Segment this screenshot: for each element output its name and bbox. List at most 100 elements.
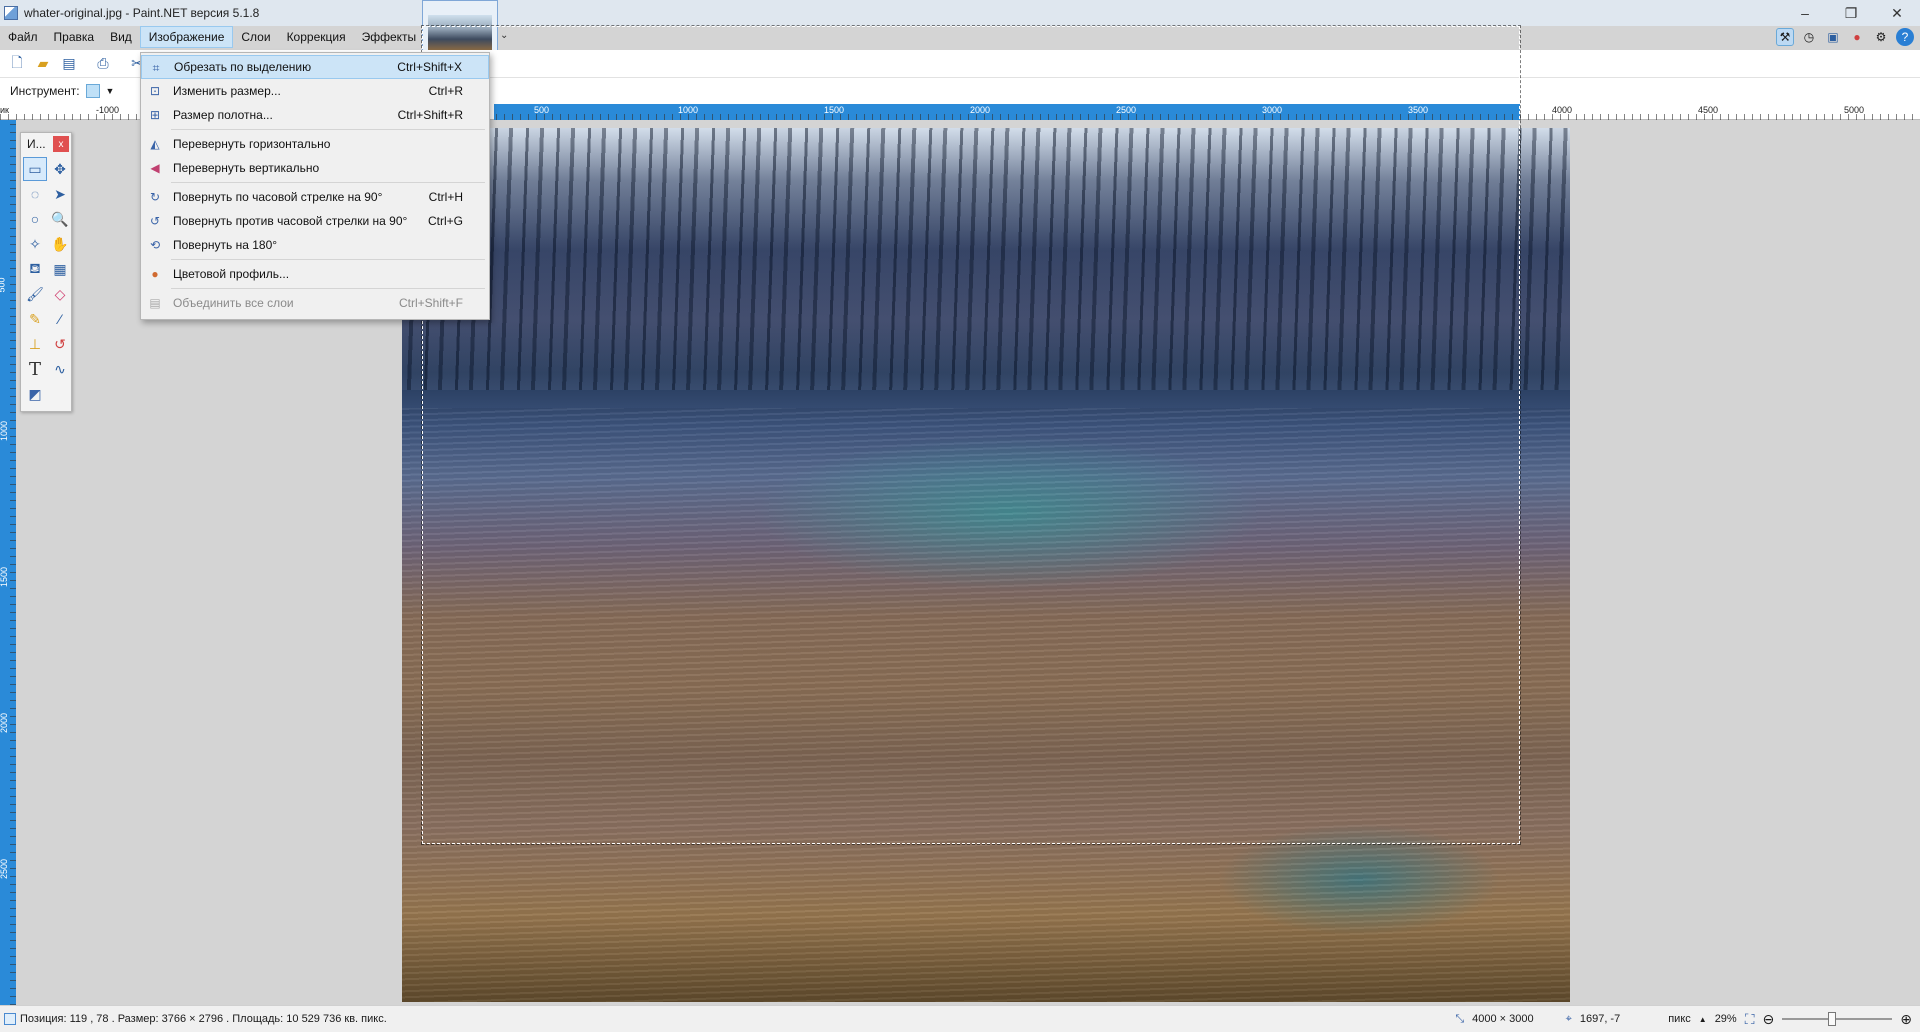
menu-item-flip-vertical[interactable]: ◀ Перевернуть вертикально	[141, 156, 489, 180]
menu-file[interactable]: Файл	[0, 26, 46, 48]
menu-separator	[171, 259, 485, 260]
clone-stamp-icon[interactable]: ⊥	[23, 332, 47, 356]
menu-bar: Файл Правка Вид Изображение Слои Коррекц…	[0, 26, 424, 48]
magic-wand-icon[interactable]: ✧	[23, 232, 47, 256]
zoom-in-icon[interactable]: ⊕	[1900, 1011, 1912, 1028]
tools-toggle-icon[interactable]: ⚒	[1776, 28, 1794, 46]
menu-item-shortcut: Ctrl+R	[428, 84, 463, 98]
selection-info-text: Позиция: 119 , 78 . Размер: 3766 × 2796 …	[20, 1013, 387, 1025]
settings-gear-icon[interactable]: ⚙	[1872, 28, 1890, 46]
menu-item-rotate-180[interactable]: ⟲ Повернуть на 180°	[141, 233, 489, 257]
new-file-icon[interactable]: 🗋	[6, 53, 28, 75]
menu-item-color-profile[interactable]: ● Цветовой профиль...	[141, 262, 489, 286]
paint-bucket-icon[interactable]: ⛾	[23, 257, 47, 281]
units-dropdown-icon[interactable]: ▲	[1699, 1015, 1707, 1024]
close-window-button[interactable]: ✕	[1874, 0, 1920, 26]
menu-view[interactable]: Вид	[102, 26, 140, 48]
zoom-out-icon[interactable]: ⊖	[1763, 1011, 1775, 1028]
menu-item-label: Изменить размер...	[173, 84, 281, 98]
eraser-icon[interactable]: ◇	[48, 282, 72, 306]
tool-label: Инструмент:	[10, 84, 80, 98]
menu-item-shortcut: Ctrl+Shift+F	[398, 296, 463, 310]
menu-image[interactable]: Изображение	[139, 26, 234, 48]
line-curve-icon[interactable]: ∿	[48, 357, 72, 381]
current-tool-icon[interactable]	[85, 84, 100, 98]
lasso-select-icon[interactable]: ◌	[23, 182, 47, 206]
tools-window-header[interactable]: И... x	[21, 133, 71, 155]
image-size-icon: ⤡	[1455, 1012, 1465, 1025]
crop-icon: ⌗	[152, 60, 160, 75]
menu-item-label: Повернуть по часовой стрелке на 90°	[173, 190, 383, 204]
menu-layers[interactable]: Слои	[233, 26, 278, 48]
rotate-180-icon: ⟲	[149, 238, 161, 252]
zoom-value[interactable]: 29%	[1715, 1013, 1737, 1025]
units-select[interactable]: пикс	[1668, 1013, 1691, 1025]
image-menu-dropdown: ⌗ Обрезать по выделению Ctrl+Shift+X ⊡ И…	[140, 52, 490, 320]
flip-vertical-icon: ◀	[150, 161, 160, 175]
selection-info-icon	[4, 1013, 16, 1025]
zoom-icon[interactable]: 🔍	[48, 207, 72, 231]
minimize-button[interactable]: –	[1782, 0, 1828, 26]
restore-button[interactable]: ❐	[1828, 0, 1874, 26]
help-icon[interactable]: ?	[1896, 28, 1914, 46]
flip-horizontal-icon: ◭	[150, 137, 160, 151]
ruler-unit-label: ик	[0, 105, 9, 115]
menu-item-resize[interactable]: ⊡ Изменить размер... Ctrl+R	[141, 79, 489, 103]
menu-item-flip-horizontal[interactable]: ◭ Перевернуть горизонтально	[141, 132, 489, 156]
save-file-icon[interactable]: ▤	[58, 53, 80, 75]
ruler-label: 4000	[1552, 105, 1573, 115]
gradient-icon[interactable]: ▦	[48, 257, 72, 281]
paintbrush-icon[interactable]: 🖌	[23, 282, 47, 306]
selection-marquee[interactable]	[421, 25, 1521, 845]
text-tool-icon[interactable]: T	[23, 357, 47, 381]
tools-close-button[interactable]: x	[53, 136, 69, 152]
menu-item-label: Обрезать по выделению	[174, 60, 312, 74]
menu-separator	[171, 288, 485, 289]
top-right-toolbar: ⚒ ◷ ▣ ● ⚙ ?	[1776, 26, 1920, 48]
resize-icon: ⊡	[149, 84, 161, 98]
menu-separator	[171, 129, 485, 130]
menu-adjustments[interactable]: Коррекция	[279, 26, 354, 48]
menu-item-canvas-size[interactable]: ⊞ Размер полотна... Ctrl+Shift+R	[141, 103, 489, 127]
canvas-size-icon: ⊞	[149, 108, 161, 122]
rotate-cw-icon: ↻	[149, 190, 161, 204]
cursor-position-text: 1697, -7	[1579, 1013, 1621, 1025]
print-icon[interactable]: ⎙	[92, 53, 114, 75]
menu-item-rotate-cw-90[interactable]: ↻ Повернуть по часовой стрелке на 90° Ct…	[141, 185, 489, 209]
menu-item-crop-to-selection[interactable]: ⌗ Обрезать по выделению Ctrl+Shift+X	[141, 55, 489, 79]
history-icon[interactable]: ◷	[1800, 28, 1818, 46]
ruler-label: 2000	[0, 712, 10, 734]
move-selected-icon[interactable]: ✥	[48, 157, 72, 181]
menu-item-label: Цветовой профиль...	[173, 267, 290, 281]
zoom-slider-thumb[interactable]	[1828, 1012, 1837, 1026]
rotate-ccw-icon: ↺	[149, 214, 161, 228]
layers-icon[interactable]: ▣	[1824, 28, 1842, 46]
color-profile-icon: ●	[151, 267, 159, 281]
ruler-label: 1500	[0, 566, 10, 588]
move-selection-icon[interactable]: ➤	[48, 182, 72, 206]
ellipse-select-icon[interactable]: ○	[23, 207, 47, 231]
pan-hand-icon[interactable]: ✋	[48, 232, 72, 256]
menu-separator	[171, 182, 485, 183]
vertical-ruler: 500 1000 1500 2000 2500	[0, 120, 16, 1005]
menu-item-rotate-ccw-90[interactable]: ↺ Повернуть против часовой стрелки на 90…	[141, 209, 489, 233]
tool-dropdown-icon[interactable]: ▼	[106, 86, 115, 96]
colors-icon[interactable]: ●	[1848, 28, 1866, 46]
color-picker-icon[interactable]: ⁄	[48, 307, 72, 331]
open-file-icon[interactable]: ▰	[32, 53, 54, 75]
menu-effects[interactable]: Эффекты	[354, 26, 425, 48]
pencil-icon[interactable]: ✎	[23, 307, 47, 331]
rectangle-select-icon[interactable]: ▭	[23, 157, 47, 181]
menu-edit[interactable]: Правка	[46, 26, 103, 48]
menu-item-flatten: ▤ Объединить все слои Ctrl+Shift+F	[141, 291, 489, 315]
image-size-text: 4000 × 3000	[1472, 1013, 1534, 1025]
flatten-icon: ▤	[149, 296, 161, 310]
menu-item-shortcut: Ctrl+Shift+R	[397, 108, 463, 122]
shapes-icon[interactable]: ◩	[23, 382, 47, 406]
title-bar: whater-original.jpg - Paint.NET версия 5…	[0, 0, 1920, 26]
menu-item-shortcut: Ctrl+G	[427, 214, 463, 228]
tools-window-title: И...	[27, 137, 46, 151]
recolor-icon[interactable]: ↺	[48, 332, 72, 356]
zoom-slider[interactable]	[1782, 1012, 1893, 1026]
zoom-to-window-icon[interactable]: ⛶	[1745, 1011, 1755, 1028]
